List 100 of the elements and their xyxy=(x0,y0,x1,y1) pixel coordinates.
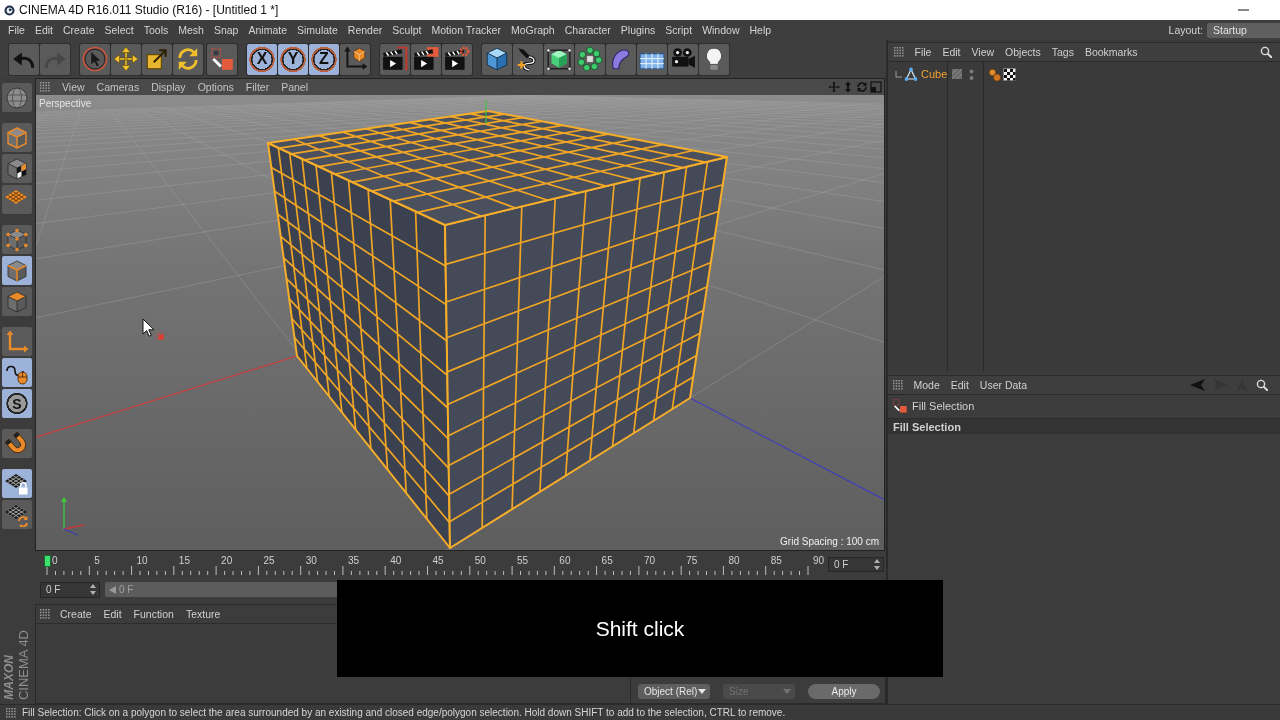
fill-selection-button[interactable] xyxy=(207,43,237,75)
polygons-mode-button[interactable] xyxy=(2,287,32,316)
menu-item[interactable]: Filter xyxy=(239,81,276,93)
playhead[interactable] xyxy=(44,555,51,567)
deformer-button[interactable] xyxy=(606,43,636,75)
sphere-ring-icon xyxy=(577,46,603,72)
menu-item[interactable]: Mode xyxy=(908,379,946,391)
checker-tag-icon[interactable] xyxy=(1003,67,1016,81)
snap-button[interactable] xyxy=(2,429,32,458)
y-axis-line xyxy=(485,99,487,125)
planar-workplane-button[interactable] xyxy=(2,500,32,529)
move-tool-button[interactable] xyxy=(111,43,141,75)
grip-icon xyxy=(40,609,50,619)
menu-item[interactable]: Texture xyxy=(179,608,227,620)
menu-item[interactable]: Create xyxy=(54,608,98,620)
menu-item[interactable]: Script xyxy=(660,20,698,40)
menu-item[interactable]: Cameras xyxy=(90,81,146,93)
scale-tool-button[interactable] xyxy=(142,43,172,75)
app-logo-icon xyxy=(4,4,15,16)
menu-item[interactable]: Character xyxy=(559,20,616,40)
rotate-tool-button[interactable] xyxy=(173,43,203,75)
menu-item[interactable]: Tags xyxy=(1046,46,1080,58)
undo-button[interactable] xyxy=(9,43,39,75)
select-tool-button[interactable] xyxy=(80,43,110,75)
menu-item[interactable]: Display xyxy=(145,81,192,93)
menu-item[interactable]: Edit xyxy=(97,608,128,620)
menu-item[interactable]: Mesh xyxy=(173,20,209,40)
menu-item[interactable]: File xyxy=(909,46,937,58)
checker-cube-icon xyxy=(5,156,29,181)
axis-lock-button[interactable]: Z xyxy=(309,43,339,75)
caret-icon xyxy=(698,689,706,694)
render-picture-viewer-button[interactable] xyxy=(411,43,441,75)
menu-item[interactable]: User Data xyxy=(974,379,1033,391)
menu-item[interactable]: Options xyxy=(191,81,240,93)
cube-button[interactable] xyxy=(482,43,512,75)
grid-lock-icon xyxy=(5,471,29,496)
frame-label: 45 xyxy=(432,555,444,566)
menu-item[interactable]: Create xyxy=(58,20,100,40)
menu-item[interactable]: Help xyxy=(744,20,777,40)
make-editable-button[interactable] xyxy=(2,83,32,112)
layout-dropdown[interactable]: Startup xyxy=(1207,22,1280,38)
grip-icon xyxy=(893,380,903,390)
menu-item[interactable]: Bookmarks xyxy=(1079,46,1143,58)
pen-tool-button[interactable] xyxy=(513,43,543,75)
start-frame-field[interactable]: 0 F xyxy=(40,581,100,598)
camera-button[interactable] xyxy=(668,43,698,75)
search-icon[interactable] xyxy=(1256,379,1268,391)
cube-icon xyxy=(484,46,510,72)
menu-item[interactable]: Window xyxy=(697,20,745,40)
cloner-button[interactable] xyxy=(575,43,605,75)
menu-item[interactable]: View xyxy=(966,46,1000,58)
search-icon[interactable] xyxy=(1260,46,1272,58)
menu-item[interactable]: Simulate xyxy=(292,20,343,40)
cube-mesh[interactable] xyxy=(267,110,728,549)
menu-item[interactable]: Animate xyxy=(243,20,292,40)
render-view-button[interactable] xyxy=(380,43,410,75)
menu-item[interactable]: Motion Tracker xyxy=(426,20,506,40)
cube-edges-icon xyxy=(5,258,29,283)
menu-item[interactable]: Plugins xyxy=(615,20,661,40)
menu-item[interactable]: Edit xyxy=(945,379,975,391)
floor-button[interactable] xyxy=(637,43,667,75)
dots-tag-icon[interactable] xyxy=(988,67,1001,81)
sphere-icon xyxy=(5,85,29,110)
points-mode-button[interactable] xyxy=(2,225,32,254)
edges-mode-button[interactable] xyxy=(2,256,32,285)
subdivision-button[interactable] xyxy=(544,43,574,75)
handle-arrow-icon xyxy=(109,585,116,594)
light-button[interactable] xyxy=(699,43,729,75)
menu-item[interactable]: Panel xyxy=(275,81,314,93)
logo-product: CINEMA 4D xyxy=(17,629,31,700)
menu-item[interactable]: File xyxy=(3,20,30,40)
menu-item[interactable]: Edit xyxy=(29,20,58,40)
viewport-canvas[interactable]: Perspective Grid Spacing : 100 cm xyxy=(36,95,884,550)
coordinate-system-button[interactable] xyxy=(340,43,370,75)
tree-line-icon xyxy=(895,70,902,78)
object-name[interactable]: Cube xyxy=(921,68,948,80)
menu-item[interactable]: Select xyxy=(99,20,139,40)
menu-item[interactable]: Sculpt xyxy=(387,20,427,40)
logo-brand: MAXON xyxy=(3,655,16,700)
menu-item[interactable]: Snap xyxy=(208,20,244,40)
section-header[interactable]: Fill Selection xyxy=(888,418,1280,434)
menu-item[interactable]: Function xyxy=(127,608,180,620)
menu-item[interactable]: Edit xyxy=(936,46,966,58)
render-settings-button[interactable] xyxy=(442,43,472,75)
apply-button[interactable]: Apply xyxy=(808,684,880,699)
solo-button[interactable]: S xyxy=(2,389,32,418)
tweak-mode-button[interactable] xyxy=(2,358,32,387)
axis-lock-button[interactable]: Y xyxy=(278,43,308,75)
texture-mode-button[interactable] xyxy=(2,154,32,183)
visibility-dots-icon[interactable] xyxy=(969,68,974,80)
layer-swatch-icon xyxy=(952,69,962,79)
axis-lock-button[interactable]: X xyxy=(247,43,277,75)
menu-item[interactable]: MoGraph xyxy=(505,20,560,40)
menu-item[interactable]: View xyxy=(56,81,91,93)
menu-item[interactable]: Render xyxy=(342,20,388,40)
locked-workplane-button[interactable] xyxy=(2,469,32,498)
menu-item[interactable]: Tools xyxy=(138,20,174,40)
menu-item[interactable]: Objects xyxy=(999,46,1047,58)
frame-field[interactable]: 0 F xyxy=(828,557,884,572)
dropdown[interactable]: Object (Rel) xyxy=(638,684,710,699)
